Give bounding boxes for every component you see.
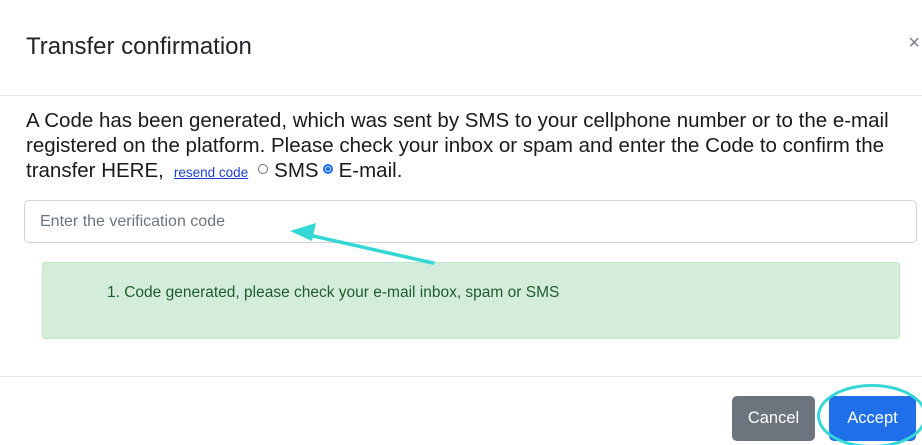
cancel-button[interactable]: Cancel (732, 396, 815, 441)
verification-code-input[interactable] (24, 200, 917, 243)
success-alert: 1. Code generated, please check your e-m… (42, 262, 900, 339)
modal-title: Transfer confirmation (26, 33, 252, 60)
instruction-text: A Code has been generated, which was sen… (26, 109, 889, 182)
accept-button[interactable]: Accept (829, 396, 916, 441)
alert-message: 1. Code generated, please check your e-m… (107, 284, 560, 301)
modal-header: Transfer confirmation × (0, 0, 922, 96)
instruction-message: A Code has been generated, which was sen… (26, 108, 916, 185)
email-label: E-mail. (338, 159, 403, 182)
close-icon[interactable]: × (908, 30, 920, 56)
modal-footer: Cancel Accept (0, 376, 922, 445)
sms-radio[interactable] (258, 164, 269, 174)
transfer-confirmation-modal: Transfer confirmation × A Code has been … (0, 0, 922, 445)
email-radio[interactable] (322, 164, 333, 174)
sms-label: SMS (274, 159, 319, 182)
resend-code-link[interactable]: resend code (174, 165, 248, 180)
